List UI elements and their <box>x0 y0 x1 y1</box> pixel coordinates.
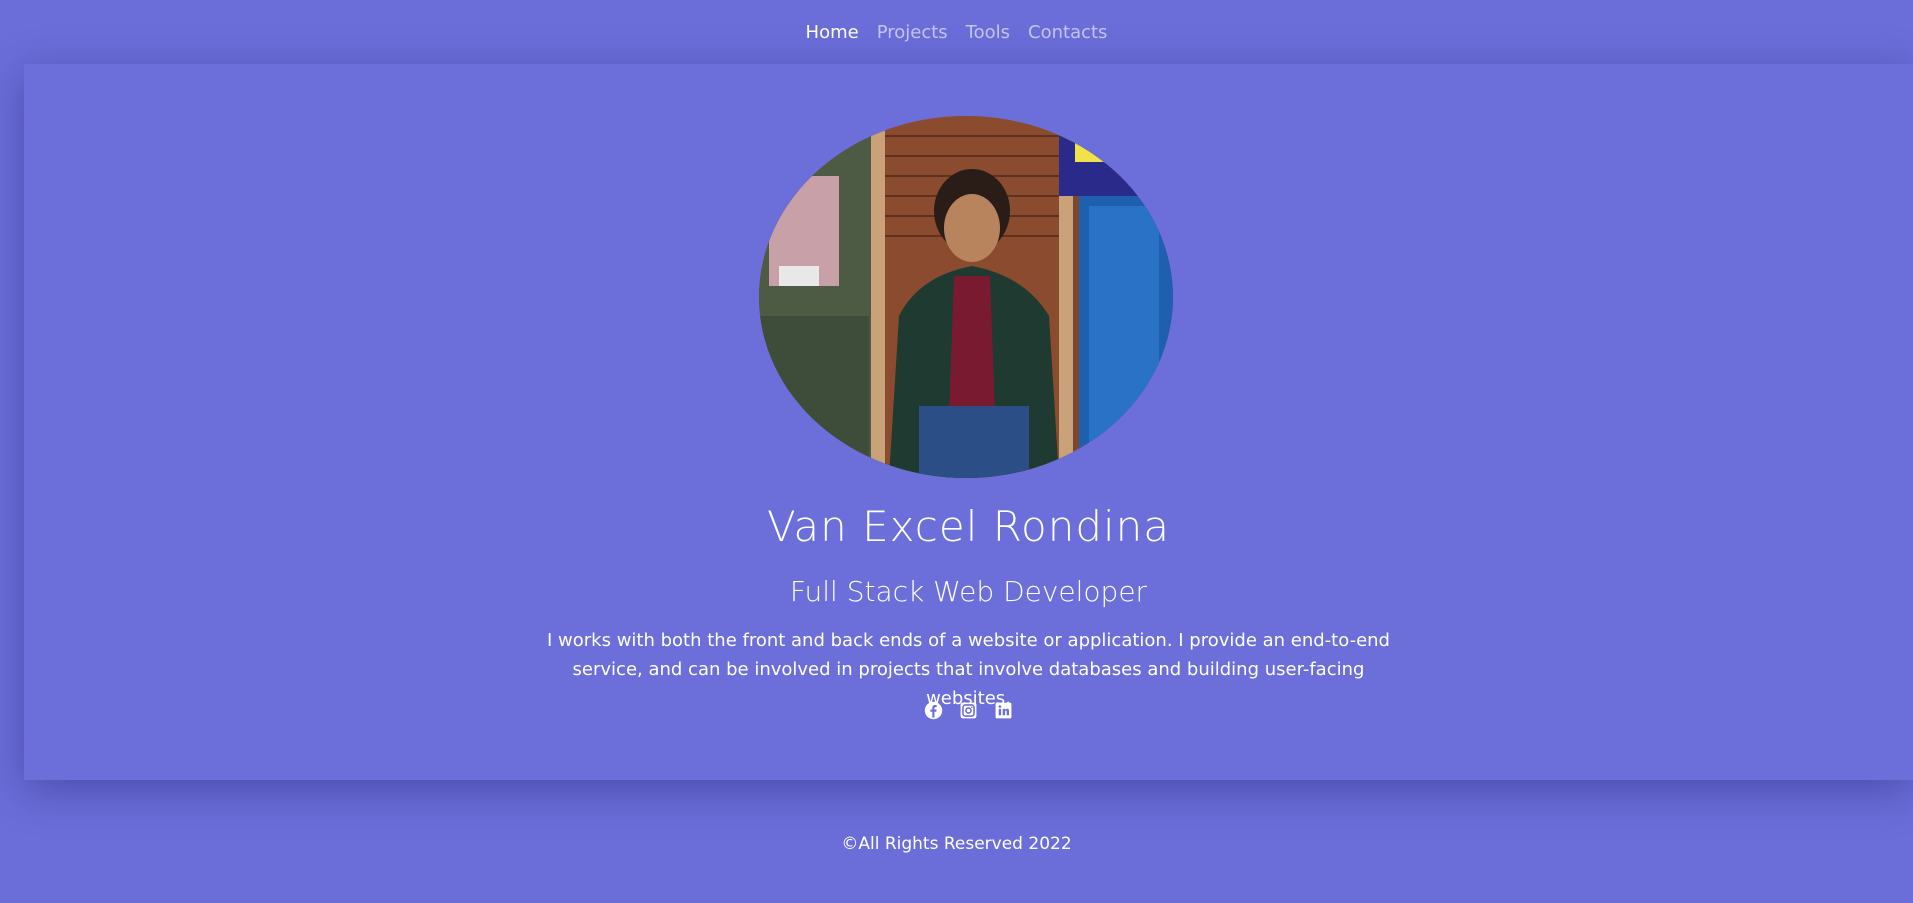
profile-photo <box>759 116 1173 478</box>
nav-link-projects[interactable]: Projects <box>877 22 948 43</box>
main-nav: Home Projects Tools Contacts <box>0 0 1913 64</box>
profile-description: I works with both the front and back end… <box>547 630 1390 709</box>
profile-role: Full Stack Web Developer <box>789 575 1148 608</box>
footer-copyright: ©All Rights Reserved 2022 <box>841 834 1072 854</box>
instagram-icon[interactable] <box>959 701 978 720</box>
social-links <box>24 701 1913 720</box>
facebook-icon[interactable] <box>924 701 943 720</box>
linkedin-icon[interactable] <box>994 701 1013 720</box>
nav-link-home[interactable]: Home <box>806 22 859 43</box>
profile-photo-graphic <box>759 116 1173 478</box>
nav-link-contacts[interactable]: Contacts <box>1028 22 1107 43</box>
hero-card: Van Excel Rondina Full Stack Web Develop… <box>24 64 1913 780</box>
profile-name: Van Excel Rondina <box>766 502 1171 551</box>
nav-link-tools[interactable]: Tools <box>966 22 1010 43</box>
